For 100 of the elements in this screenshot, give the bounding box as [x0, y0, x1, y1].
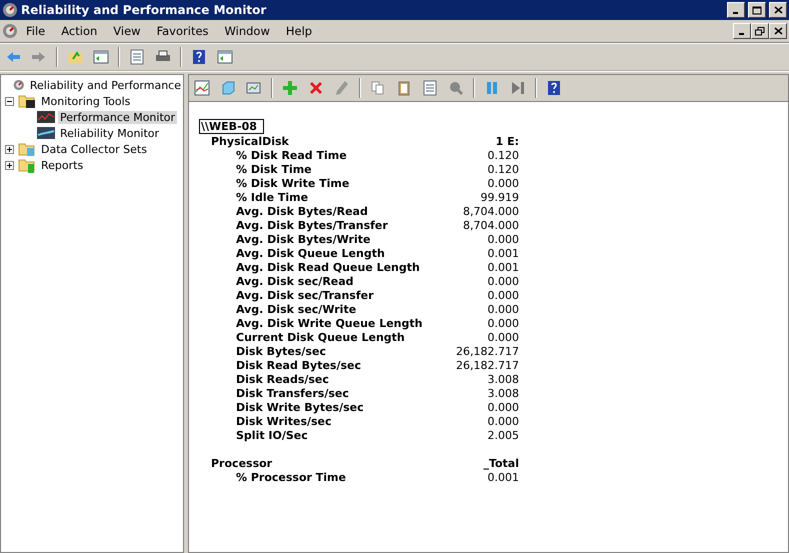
folder-icon: [18, 93, 36, 109]
minimize-button[interactable]: [727, 2, 745, 18]
counter-value: 0.000: [488, 232, 519, 246]
counter-name: Disk Write Bytes/sec: [235, 400, 365, 414]
counter-name: Avg. Disk sec/Transfer: [235, 288, 375, 302]
counter-value: 0.001: [488, 246, 519, 260]
counter-value: 0.000: [488, 302, 519, 316]
gauge-icon: [2, 2, 18, 18]
counter-value: 0.001: [488, 470, 519, 484]
counter-name: Disk Reads/sec: [235, 372, 330, 386]
counter-name: % Idle Time: [235, 190, 310, 204]
counter-name: Current Disk Queue Length: [235, 330, 406, 344]
properties-icon: [129, 49, 145, 65]
back-icon: [5, 49, 21, 65]
counter-value: 0.000: [488, 288, 519, 302]
instance-name: _Total: [483, 456, 519, 470]
help-icon: [546, 80, 562, 96]
folder-icon: [18, 157, 36, 173]
line-chart-icon: [194, 80, 210, 96]
counter-value: 26,182.717: [456, 344, 519, 358]
menu-item[interactable]: View: [105, 24, 149, 38]
help-icon: [191, 49, 207, 65]
counter-value: 3.008: [488, 372, 519, 386]
counter-name: Avg. Disk Bytes/Write: [235, 232, 372, 246]
counter-name: % Disk Read Time: [235, 148, 348, 162]
instance-name: 1 E:: [496, 134, 519, 148]
console-tree-icon: [93, 49, 109, 65]
tree-item[interactable]: Data Collector Sets: [39, 142, 149, 156]
copy-icon: [370, 80, 386, 96]
counter-value: 26,182.717: [456, 358, 519, 372]
maximize-button[interactable]: [748, 2, 766, 18]
counter-value: 8,704.000: [463, 204, 519, 218]
counter-name: Disk Read Bytes/sec: [235, 358, 362, 372]
folder-icon: [18, 141, 36, 157]
close-icon: [774, 6, 782, 14]
folder-up-icon: [67, 49, 83, 65]
gauge-icon: [13, 77, 25, 93]
counter-name: Disk Transfers/sec: [235, 386, 350, 400]
paste-icon: [396, 80, 412, 96]
object-name: PhysicalDisk: [210, 134, 290, 148]
computer-name: \\WEB-08: [199, 119, 264, 134]
report-view-icon: [246, 80, 262, 96]
menu-item[interactable]: Favorites: [148, 24, 217, 38]
minimize-button[interactable]: [733, 23, 751, 39]
counter-value: 3.008: [488, 386, 519, 400]
counter-value: 0.120: [488, 148, 519, 162]
counter-name: Disk Writes/sec: [235, 414, 333, 428]
close-button[interactable]: [769, 2, 787, 18]
counter-value: 0.000: [488, 400, 519, 414]
menu-item[interactable]: Window: [216, 24, 278, 38]
close-icon: [774, 27, 782, 35]
reliability-chart-icon: [37, 126, 55, 140]
counter-value: 0.000: [488, 330, 519, 344]
performance-chart-icon: [37, 110, 55, 124]
counter-name: Avg. Disk sec/Write: [235, 302, 358, 316]
counter-name: Disk Bytes/sec: [235, 344, 327, 358]
maximize-icon: [752, 6, 762, 14]
menu-item[interactable]: Action: [53, 24, 106, 38]
counter-value: 8,704.000: [463, 218, 519, 232]
restore-icon: [755, 26, 765, 36]
counter-value: 0.000: [488, 414, 519, 428]
gauge-icon: [2, 23, 18, 39]
counter-value: 0.001: [488, 260, 519, 274]
counter-value: 0.000: [488, 274, 519, 288]
counter-value: 99.919: [480, 190, 519, 204]
counter-name: % Disk Time: [235, 162, 313, 176]
counter-name: Avg. Disk Read Queue Length: [235, 260, 421, 274]
tree-item[interactable]: Reports: [39, 158, 86, 172]
menu-item[interactable]: Help: [278, 24, 320, 38]
menu-item[interactable]: File: [18, 24, 54, 38]
counter-value: 0.000: [488, 176, 519, 190]
add-icon: [282, 80, 298, 96]
counter-name: Avg. Disk Write Queue Length: [235, 316, 424, 330]
close-button[interactable]: [769, 23, 787, 39]
counter-name: Avg. Disk Queue Length: [235, 246, 386, 260]
step-icon: [510, 80, 526, 96]
counter-value: 0.120: [488, 162, 519, 176]
pencil-icon: [334, 80, 350, 96]
expand-toggle[interactable]: [5, 160, 14, 170]
counter-name: Avg. Disk Bytes/Read: [235, 204, 369, 218]
counter-name: % Disk Write Time: [235, 176, 350, 190]
forward-icon: [31, 49, 47, 65]
tree-item[interactable]: Reliability and Performance: [28, 78, 183, 92]
tree-item[interactable]: Reliability Monitor: [58, 126, 162, 140]
counter-name: Split IO/Sec: [235, 428, 309, 442]
collapse-toggle[interactable]: [5, 96, 14, 106]
zoom-icon: [448, 80, 464, 96]
counter-value: 2.005: [488, 428, 519, 442]
tree-item[interactable]: Performance Monitor: [58, 110, 178, 124]
counter-name: Avg. Disk Bytes/Transfer: [235, 218, 389, 232]
plus-icon: [6, 162, 13, 168]
delete-icon: [308, 80, 324, 96]
tree-item[interactable]: Monitoring Tools: [39, 94, 132, 108]
expand-toggle[interactable]: [5, 144, 14, 154]
pause-icon: [484, 80, 500, 96]
counter-name: % Processor Time: [235, 470, 347, 484]
counter-value: 0.000: [488, 316, 519, 330]
restore-button[interactable]: [751, 23, 769, 39]
console-tree-icon: [217, 49, 233, 65]
plus-icon: [6, 146, 13, 152]
